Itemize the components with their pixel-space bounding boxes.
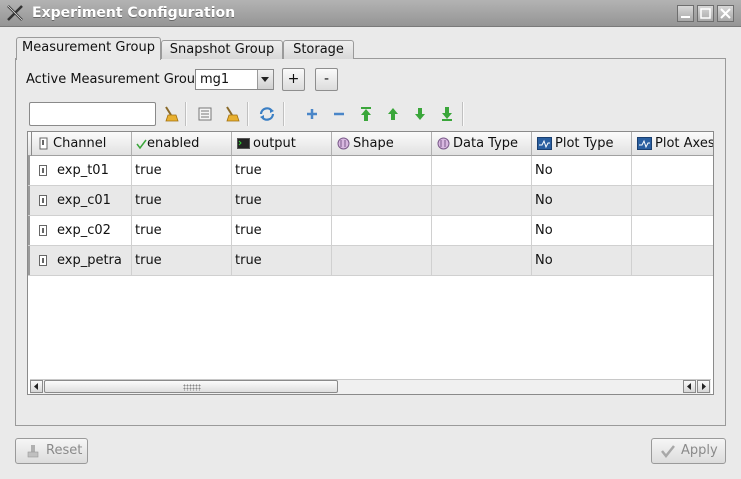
active-group-value: mg1 bbox=[200, 72, 230, 87]
add-group-button[interactable]: + bbox=[282, 68, 305, 91]
remove-channel-icon[interactable] bbox=[328, 103, 350, 125]
data-type-cell[interactable] bbox=[432, 246, 532, 275]
tab-storage[interactable]: Storage bbox=[283, 40, 354, 59]
plot-type-cell[interactable]: No bbox=[532, 216, 632, 245]
scroll-left-button-right[interactable] bbox=[683, 380, 696, 393]
data-type-icon bbox=[437, 137, 450, 150]
column-header-plot-type[interactable]: Plot Type bbox=[532, 132, 632, 156]
shape-icon bbox=[337, 137, 350, 150]
grip-icon bbox=[183, 384, 201, 391]
output-cell[interactable]: true bbox=[232, 186, 332, 215]
channel-cell[interactable]: exp_petra bbox=[28, 246, 132, 275]
plot-type-cell[interactable]: No bbox=[532, 246, 632, 275]
chevron-down-icon[interactable] bbox=[257, 70, 273, 89]
plot-axes-cell[interactable] bbox=[632, 246, 713, 275]
scrollbar-thumb[interactable] bbox=[44, 380, 338, 393]
scroll-left-button[interactable] bbox=[30, 380, 43, 393]
output-cell[interactable]: true bbox=[232, 216, 332, 245]
column-header-channel[interactable]: Channel bbox=[32, 132, 132, 156]
x11-logo-icon bbox=[7, 5, 23, 21]
active-group-combo[interactable]: mg1 bbox=[195, 69, 274, 90]
column-header-output[interactable]: output bbox=[232, 132, 332, 156]
chevron-left-icon bbox=[34, 383, 38, 390]
apply-button[interactable]: Apply bbox=[651, 438, 726, 464]
move-up-icon[interactable] bbox=[382, 103, 404, 125]
maximize-icon bbox=[700, 8, 711, 19]
toolbar-separator bbox=[185, 102, 187, 126]
shape-cell[interactable] bbox=[332, 216, 432, 245]
remove-group-button[interactable]: - bbox=[315, 68, 338, 91]
toolbar-separator bbox=[283, 102, 285, 126]
chevron-right-icon bbox=[702, 383, 706, 390]
table-row[interactable]: exp_c02 true true No bbox=[28, 216, 713, 246]
output-cell[interactable]: true bbox=[232, 246, 332, 275]
minimize-button[interactable] bbox=[677, 5, 694, 22]
chevron-left-icon bbox=[687, 383, 691, 390]
title-bar[interactable]: Experiment Configuration bbox=[0, 0, 741, 27]
channel-icon bbox=[39, 137, 48, 150]
plot-axes-cell[interactable] bbox=[632, 156, 713, 185]
checkmark-icon bbox=[661, 445, 675, 458]
filter-input[interactable] bbox=[29, 102, 156, 126]
channel-cell[interactable]: exp_c01 bbox=[28, 186, 132, 215]
channel-cell[interactable]: exp_c02 bbox=[28, 216, 132, 245]
channel-icon bbox=[39, 225, 47, 236]
horizontal-scrollbar[interactable] bbox=[30, 379, 711, 394]
plot-type-cell[interactable]: No bbox=[532, 186, 632, 215]
tab-measurement-group[interactable]: Measurement Group bbox=[16, 37, 161, 60]
column-header-enabled[interactable]: enabled bbox=[132, 132, 232, 156]
column-header-shape[interactable]: Shape bbox=[332, 132, 432, 156]
plot-axes-cell[interactable] bbox=[632, 216, 713, 245]
window-title: Experiment Configuration bbox=[32, 5, 236, 21]
data-type-cell[interactable] bbox=[432, 186, 532, 215]
enabled-cell[interactable]: true bbox=[132, 216, 232, 245]
reset-icon bbox=[27, 445, 39, 458]
select-all-icon[interactable] bbox=[194, 103, 216, 125]
channel-icon bbox=[39, 165, 47, 176]
terminal-icon bbox=[237, 138, 250, 149]
shape-cell[interactable] bbox=[332, 246, 432, 275]
scroll-right-button[interactable] bbox=[697, 380, 710, 393]
data-type-cell[interactable] bbox=[432, 156, 532, 185]
tab-snapshot-group[interactable]: Snapshot Group bbox=[161, 40, 283, 59]
close-icon bbox=[720, 8, 731, 19]
plot-type-icon bbox=[537, 137, 552, 150]
plot-axes-icon bbox=[637, 137, 652, 150]
active-group-label: Active Measurement Group bbox=[26, 72, 204, 87]
table-row[interactable]: exp_petra true true No bbox=[28, 246, 713, 276]
clear-all-icon[interactable] bbox=[221, 103, 243, 125]
plot-axes-cell[interactable] bbox=[632, 186, 713, 215]
channel-icon bbox=[39, 195, 47, 206]
clear-filter-icon[interactable] bbox=[160, 103, 182, 125]
maximize-button[interactable] bbox=[697, 5, 714, 22]
move-bottom-icon[interactable] bbox=[436, 103, 458, 125]
move-top-icon[interactable] bbox=[355, 103, 377, 125]
data-type-cell[interactable] bbox=[432, 216, 532, 245]
table-row[interactable]: exp_t01 true true No bbox=[28, 156, 713, 186]
reset-button[interactable]: Reset bbox=[15, 438, 88, 464]
minimize-icon bbox=[681, 16, 690, 18]
enabled-cell[interactable]: true bbox=[132, 186, 232, 215]
column-header-plot-axes[interactable]: Plot Axes bbox=[632, 132, 713, 156]
toolbar-separator bbox=[462, 102, 464, 126]
close-button[interactable] bbox=[717, 5, 734, 22]
column-header-data-type[interactable]: Data Type bbox=[432, 132, 532, 156]
enabled-cell[interactable]: true bbox=[132, 246, 232, 275]
toolbar-separator bbox=[247, 102, 249, 126]
add-channel-icon[interactable] bbox=[301, 103, 323, 125]
channel-cell[interactable]: exp_t01 bbox=[28, 156, 132, 185]
output-cell[interactable]: true bbox=[232, 156, 332, 185]
table-row[interactable]: exp_c01 true true No bbox=[28, 186, 713, 216]
shape-cell[interactable] bbox=[332, 156, 432, 185]
channel-icon bbox=[39, 255, 47, 266]
enabled-cell[interactable]: true bbox=[132, 156, 232, 185]
plot-type-cell[interactable]: No bbox=[532, 156, 632, 185]
shape-cell[interactable] bbox=[332, 186, 432, 215]
refresh-icon[interactable] bbox=[256, 103, 278, 125]
channel-table[interactable]: Channel enabled output Shape Data Type P… bbox=[27, 131, 714, 395]
move-down-icon[interactable] bbox=[409, 103, 431, 125]
